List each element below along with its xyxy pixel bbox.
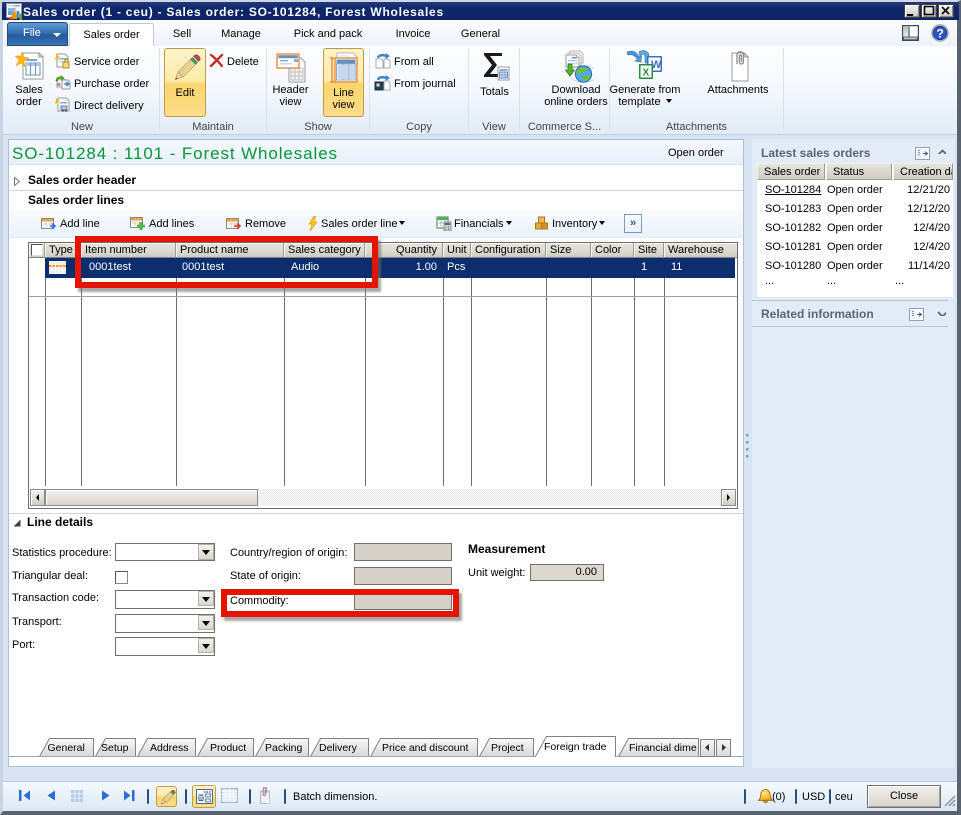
svg-text:Project: Project: [491, 742, 524, 754]
svg-text:Foreign trade: Foreign trade: [544, 741, 607, 753]
svg-text:Price and discount: Price and discount: [382, 742, 468, 754]
svg-text:Address: Address: [150, 742, 189, 754]
svg-text:Delivery: Delivery: [319, 742, 358, 754]
svg-text:Financial dime: Financial dime: [629, 742, 697, 754]
svg-text:Packing: Packing: [265, 742, 303, 754]
svg-text:Product: Product: [210, 742, 246, 754]
svg-text:General: General: [48, 742, 85, 754]
svg-text:?: ?: [937, 27, 944, 41]
svg-text:Setup: Setup: [101, 742, 129, 754]
svg-text:X: X: [643, 68, 650, 79]
